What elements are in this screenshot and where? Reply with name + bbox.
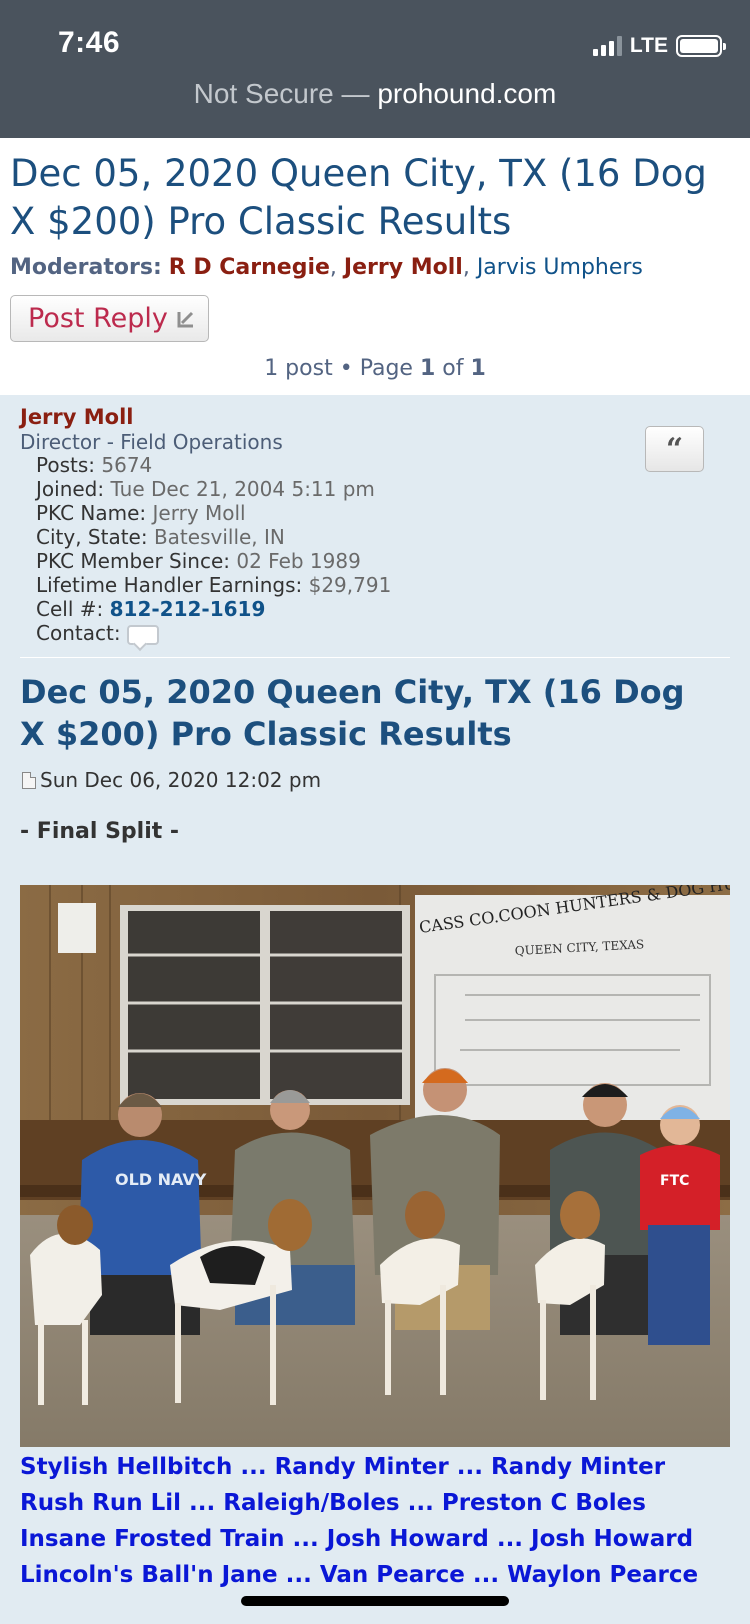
profile-row: Lifetime Handler Earnings: $29,791 — [36, 573, 391, 597]
url-domain: prohound.com — [377, 78, 557, 109]
status-icons: LTE — [592, 34, 726, 58]
author-profile: Posts: 5674 Joined: Tue Dec 21, 2004 5:1… — [36, 453, 391, 645]
post-author[interactable]: Jerry Moll — [20, 405, 134, 429]
profile-value: Jerry Moll — [152, 501, 246, 525]
profile-row: PKC Member Since: 02 Feb 1989 — [36, 549, 391, 573]
cell-phone-link[interactable]: 812-212-1619 — [110, 597, 266, 621]
post-count: 1 post — [264, 356, 333, 381]
battery-icon — [676, 35, 726, 57]
signal-icon — [592, 36, 622, 56]
results-list: Stylish Hellbitch ... Randy Minter ... R… — [20, 1449, 698, 1593]
quote-button[interactable]: “ — [645, 426, 704, 472]
result-row[interactable]: Stylish Hellbitch ... Randy Minter ... R… — [20, 1449, 698, 1485]
profile-row: Contact: — [36, 621, 391, 645]
profile-label: Joined: — [36, 477, 105, 501]
result-row[interactable]: Rush Run Lil ... Raleigh/Boles ... Prest… — [20, 1485, 698, 1521]
moderator-link[interactable]: Jerry Moll — [344, 255, 463, 280]
security-indicator: Not Secure — [193, 78, 334, 109]
pagination-bullet: • — [339, 356, 353, 381]
result-photo[interactable]: CASS CO.COON HUNTERS & DOG HUNTERS ASSOC… — [20, 885, 730, 1447]
url-bar[interactable]: Not Secure — prohound.com — [0, 78, 750, 110]
divider — [20, 657, 730, 658]
page-label: Page — [359, 356, 413, 381]
post-date: Sun Dec 06, 2020 12:02 pm — [40, 768, 322, 792]
top-chrome: 7:46 LTE Not Secure — prohound.com — [0, 0, 750, 138]
profile-value: Batesville, IN — [153, 525, 285, 549]
topic-title[interactable]: Dec 05, 2020 Queen City, TX (16 Dog X $2… — [10, 150, 730, 246]
moderator-link[interactable]: Jarvis Umphers — [477, 255, 643, 280]
topic-header: Dec 05, 2020 Queen City, TX (16 Dog X $2… — [0, 138, 750, 395]
profile-row: Posts: 5674 — [36, 453, 391, 477]
moderator-link[interactable]: R D Carnegie — [169, 255, 330, 280]
profile-value: 5674 — [101, 453, 153, 477]
profile-label: Contact: — [36, 621, 121, 645]
network-type: LTE — [629, 34, 668, 57]
pagination: 1 post • Page 1 of 1 — [0, 356, 750, 381]
profile-label: PKC Name: — [36, 501, 147, 525]
profile-label: Posts: — [36, 453, 96, 477]
profile-label: PKC Member Since: — [36, 549, 230, 573]
profile-label: City, State: — [36, 525, 148, 549]
contact-icon[interactable] — [126, 624, 159, 645]
total-pages: 1 — [470, 356, 486, 381]
post-icon[interactable] — [22, 771, 36, 789]
profile-value: $29,791 — [308, 573, 392, 597]
moderators-label: Moderators: — [10, 255, 162, 280]
home-indicator[interactable] — [241, 1596, 509, 1606]
profile-row: PKC Name: Jerry Moll — [36, 501, 391, 525]
profile-row: Cell #: 812-212-1619 — [36, 597, 391, 621]
current-page: 1 — [419, 356, 436, 381]
post-reply-label: Post Reply — [28, 303, 168, 334]
reply-arrow-icon — [176, 309, 196, 329]
url-separator: — — [341, 78, 370, 109]
profile-value: Tue Dec 21, 2004 5:11 pm — [110, 477, 375, 501]
result-row[interactable]: Lincoln's Ball'n Jane ... Van Pearce ...… — [20, 1557, 698, 1593]
result-row[interactable]: Insane Frosted Train ... Josh Howard ...… — [20, 1521, 698, 1557]
of-label: of — [442, 356, 464, 381]
post-reply-button[interactable]: Post Reply — [10, 295, 209, 342]
post: Jerry Moll Director - Field Operations “… — [0, 395, 750, 1624]
status-time: 7:46 — [58, 26, 121, 59]
profile-row: Joined: Tue Dec 21, 2004 5:11 pm — [36, 477, 391, 501]
author-rank: Director - Field Operations — [20, 430, 283, 454]
profile-value: 02 Feb 1989 — [236, 549, 361, 573]
shirt-text: OLD NAVY — [115, 1170, 207, 1189]
post-heading: - Final Split - — [20, 819, 180, 844]
moderators-line: Moderators: R D Carnegie, Jerry Moll, Ja… — [10, 255, 643, 280]
post-title[interactable]: Dec 05, 2020 Queen City, TX (16 Dog X $2… — [20, 671, 720, 755]
profile-row: City, State: Batesville, IN — [36, 525, 391, 549]
profile-label: Lifetime Handler Earnings: — [36, 573, 303, 597]
kid-shirt-text: FTC — [660, 1173, 689, 1189]
profile-label: Cell #: — [36, 597, 104, 621]
post-date-line: Sun Dec 06, 2020 12:02 pm — [22, 768, 321, 792]
